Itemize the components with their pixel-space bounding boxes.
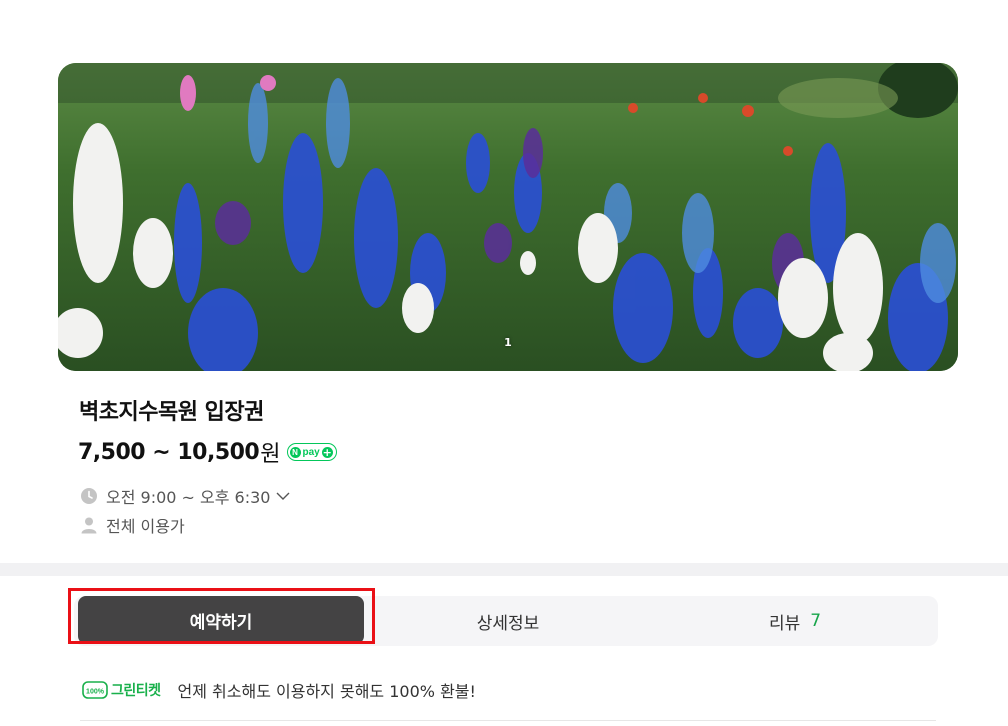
tab-bar: 예약하기 상세정보 리뷰 7 [74, 596, 938, 646]
product-photo[interactable]: 1 [58, 63, 958, 371]
audience-text: 전체 이용가 [106, 517, 185, 536]
tab-reviews[interactable]: 리뷰 7 [652, 596, 938, 646]
product-title: 벽초지수목원 입장권 [79, 400, 264, 425]
green-ticket-badge: 100% 그린티켓 [82, 680, 161, 700]
tab-details-label: 상세정보 [476, 613, 540, 634]
operating-hours-text: 오전 9:00 ~ 오후 6:30 [106, 488, 271, 507]
npay-label: pay [302, 446, 320, 458]
plus-icon: + [321, 445, 333, 459]
carousel-page-indicator: 1 [504, 336, 512, 349]
tab-booking-label: 예약하기 [189, 612, 253, 633]
tab-booking[interactable]: 예약하기 [78, 596, 364, 644]
green-ticket-label: 그린티켓 [111, 683, 161, 699]
flower-garden-image [58, 63, 958, 371]
person-icon [81, 517, 97, 534]
section-divider [0, 563, 1008, 576]
refund-notice-text: 언제 취소해도 이용하지 못해도 100% 환불! [177, 682, 476, 701]
price-unit: 원 [260, 442, 281, 467]
review-count: 7 [810, 611, 822, 631]
npay-plus-badge: N pay + [286, 443, 337, 461]
audience-rating: 전체 이용가 [80, 513, 185, 537]
ticket-icon: 100% [82, 681, 108, 699]
bottom-divider [80, 720, 936, 721]
tab-details[interactable]: 상세정보 [364, 596, 652, 646]
operating-hours[interactable]: 오전 9:00 ~ 오후 6:30 [80, 484, 290, 508]
tab-reviews-label: 리뷰 [768, 613, 801, 634]
clock-icon [81, 488, 97, 504]
npay-n-icon: N [289, 446, 301, 458]
chevron-down-icon[interactable] [276, 491, 290, 501]
price-range: 7,500 ~ 10,500 [78, 439, 260, 465]
refund-notice: 100% 그린티켓 언제 취소해도 이용하지 못해도 100% 환불! [82, 678, 476, 702]
badge-percent: 100% [86, 689, 105, 696]
price-row: 7,500 ~ 10,500 원 N pay + [78, 436, 337, 468]
